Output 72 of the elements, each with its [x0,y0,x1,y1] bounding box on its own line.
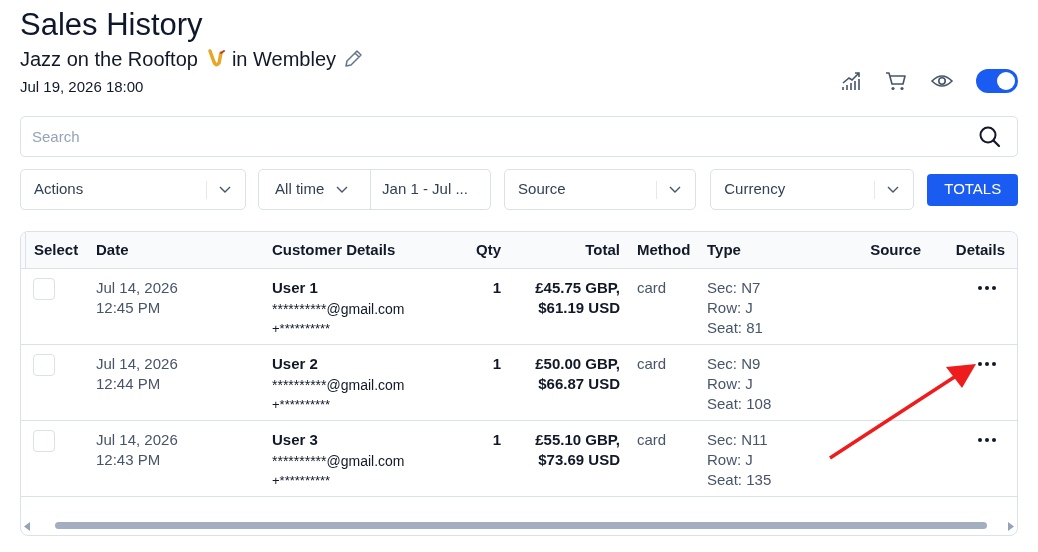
eye-icon[interactable] [930,72,954,90]
seat-row-text: Row: J [707,298,754,318]
event-name: Jazz on the Rooftop [20,47,198,72]
column-header: Method [637,240,691,258]
column-header: Select [34,240,79,258]
payment-method: card [637,430,668,450]
sale-time: 12:45 PM [96,298,162,318]
payment-method: card [637,354,668,374]
chevron-down-icon [669,185,682,194]
more-options-icon[interactable] [977,285,997,291]
total-gbp: £55.10 GBP, [534,430,620,450]
column-header: Details [955,240,1005,258]
page-title: Sales History [20,6,204,44]
row-checkbox[interactable] [33,278,55,300]
seat-row-text: Row: J [707,374,754,394]
customer-name: User 3 [272,430,319,450]
column-header: Total [585,240,620,258]
scroll-left-icon[interactable] [24,522,30,531]
sale-date: Jul 14, 2026 [96,354,179,374]
seat-number: Seat: 135 [707,470,773,490]
sale-date: Jul 14, 2026 [96,430,179,450]
customer-email: **********@gmail.com [272,376,406,395]
customer-phone: +********** [272,320,332,338]
seat-section: Sec: N7 [707,278,861,298]
total-usd: $61.19 USD [537,298,620,318]
total-usd: $66.87 USD [537,374,620,394]
seat-number: Seat: 81 [707,318,764,338]
column-header: Qty [476,240,501,258]
event-date: Jul 19, 2026 18:00 [20,77,145,97]
total-gbp: £50.00 GBP, [534,354,620,374]
event-venue: in Wembley [231,47,336,72]
pencil-icon[interactable] [342,48,364,70]
row-checkbox[interactable] [33,354,55,376]
customer-phone: +********** [272,472,332,490]
quantity: 1 [491,430,501,450]
seat-row-text: Row: J [707,450,754,470]
payment-method: card [637,278,668,298]
customer-email: **********@gmail.com [272,300,406,319]
sale-time: 12:44 PM [96,374,162,394]
total-usd: $73.69 USD [537,450,620,470]
sale-date: Jul 14, 2026 [96,278,179,298]
horizontal-scrollbar[interactable] [55,522,987,529]
search-icon[interactable] [978,125,1002,149]
column-header: Source [870,240,921,258]
more-options-icon[interactable] [977,437,997,443]
seat-number: Seat: 108 [707,394,773,414]
seat-section: Sec: N9 [707,354,861,374]
chevron-down-icon [887,185,900,194]
seat-section: Sec: N11 [707,430,861,450]
source-dropdown[interactable]: Source [504,169,697,210]
actions-dropdown[interactable]: Actions [20,169,247,210]
cart-icon[interactable] [884,70,908,92]
column-header: Date [96,240,129,258]
toggle-switch[interactable] [976,69,1018,93]
column-header: Customer Details [272,240,396,258]
quantity: 1 [491,278,501,298]
scroll-right-icon[interactable] [1008,522,1014,531]
customer-name: User 1 [272,278,319,298]
totals-button[interactable]: TOTALS [927,173,1018,206]
search-field[interactable]: Search [20,116,1018,157]
quantity: 1 [491,354,501,374]
column-header: Type [707,240,741,258]
chevron-down-icon [219,185,232,194]
customer-phone: +********** [272,396,332,414]
customer-name: User 2 [272,354,319,374]
more-options-icon[interactable] [977,361,997,367]
sale-time: 12:43 PM [96,450,162,470]
chart-icon[interactable] [840,70,862,92]
total-gbp: £45.75 GBP, [534,278,620,298]
customer-email: **********@gmail.com [272,452,406,471]
row-checkbox[interactable] [33,430,55,452]
currency-dropdown[interactable]: Currency [710,169,915,210]
